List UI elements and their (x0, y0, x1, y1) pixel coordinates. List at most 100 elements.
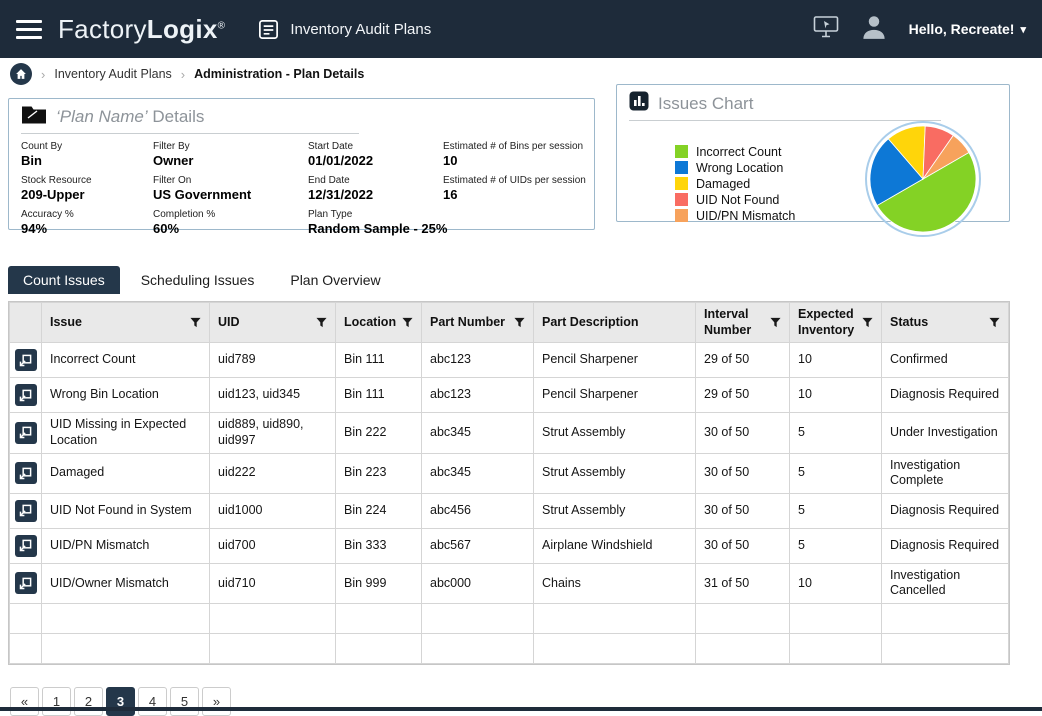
plan-details-title-row: ‘Plan Name’ Details (21, 105, 359, 134)
field-label: Start Date (308, 141, 443, 152)
field-value: 10 (443, 153, 586, 168)
issues-pie-chart (863, 119, 983, 239)
filter-icon[interactable] (316, 317, 327, 328)
field-value: 16 (443, 187, 586, 202)
filter-icon[interactable] (862, 317, 873, 328)
empty-cell (422, 634, 534, 664)
plan-field-completion: Completion %60% (153, 209, 308, 236)
plan-field-plan-type: Plan TypeRandom Sample - 25% (308, 209, 443, 236)
column-header-part-description: Part Description (534, 303, 696, 343)
remote-desktop-icon[interactable] (813, 15, 839, 43)
open-record-icon[interactable] (15, 422, 37, 444)
cell-expected-inventory: 5 (790, 413, 882, 453)
cell-uid: uid789 (210, 343, 336, 378)
field-label: Accuracy % (21, 209, 153, 220)
empty-cell (534, 604, 696, 634)
column-header-part-number: Part Number (422, 303, 534, 343)
cell-status: Diagnosis Required (882, 378, 1009, 413)
filter-icon[interactable] (770, 317, 781, 328)
column-header-expected-inventory: Expected Inventory (790, 303, 882, 343)
page-button-3[interactable]: 3 (106, 687, 135, 716)
cell-uid: uid700 (210, 528, 336, 563)
legend-item-incorrect-count: Incorrect Count (675, 145, 795, 159)
field-value: 12/31/2022 (308, 187, 443, 202)
pie-chart-wrap (863, 119, 983, 244)
page-button-1[interactable]: 1 (42, 687, 71, 716)
breadcrumb-item-administration-plan-details[interactable]: Administration - Plan Details (194, 67, 364, 81)
field-value: US Government (153, 187, 308, 202)
plan-field-filter-by: Filter ByOwner (153, 141, 308, 168)
cell-location: Bin 111 (336, 343, 422, 378)
cell-status: Investigation Cancelled (882, 563, 1009, 603)
page-button-5[interactable]: 5 (170, 687, 199, 716)
open-record-icon[interactable] (15, 535, 37, 557)
home-icon[interactable] (10, 63, 32, 85)
column-header-inner: Issue (50, 315, 201, 331)
page-button-4[interactable]: 4 (138, 687, 167, 716)
greeting-label: Hello, Recreate! (909, 21, 1015, 37)
field-label: Completion % (153, 209, 308, 220)
cell-expected-inventory: 10 (790, 378, 882, 413)
first-page-button[interactable]: « (10, 687, 39, 716)
legend-label: UID Not Found (696, 193, 779, 207)
cell-part-number: abc123 (422, 343, 534, 378)
field-value: 94% (21, 221, 153, 236)
menu-icon[interactable] (16, 20, 42, 39)
app-title-label: Inventory Audit Plans (290, 21, 431, 38)
empty-cell (534, 634, 696, 664)
empty-cell (210, 634, 336, 664)
column-label: Location (344, 315, 396, 331)
cell-issue: Damaged (42, 453, 210, 493)
filter-icon[interactable] (190, 317, 201, 328)
empty-cell (10, 634, 42, 664)
cell-expected-inventory: 5 (790, 528, 882, 563)
tab-scheduling-issues[interactable]: Scheduling Issues (126, 266, 270, 294)
page-button-2[interactable]: 2 (74, 687, 103, 716)
tab-count-issues[interactable]: Count Issues (8, 266, 120, 294)
plan-field-count-by: Count ByBin (21, 141, 153, 168)
last-page-button[interactable]: » (202, 687, 231, 716)
filter-icon[interactable] (989, 317, 1000, 328)
column-header-inner: Location (344, 315, 413, 331)
cell-status: Diagnosis Required (882, 528, 1009, 563)
open-record-icon[interactable] (15, 349, 37, 371)
column-header-inner: Expected Inventory (798, 307, 873, 338)
pagination: «12345» (10, 687, 1042, 716)
legend-swatch (675, 209, 688, 222)
field-value: Random Sample - 25% (308, 221, 443, 236)
plan-field-stock-resource: Stock Resource209-Upper (21, 175, 153, 202)
open-record-icon[interactable] (15, 500, 37, 522)
cell-uid: uid1000 (210, 493, 336, 528)
cell-location: Bin 999 (336, 563, 422, 603)
row-open-cell (10, 343, 42, 378)
empty-cell (696, 634, 790, 664)
filter-icon[interactable] (402, 317, 413, 328)
open-record-icon[interactable] (15, 384, 37, 406)
table-row: UID/PN Mismatchuid700Bin 333abc567Airpla… (10, 528, 1009, 563)
user-menu[interactable]: Hello, Recreate! ▾ (909, 21, 1026, 37)
field-label: Filter On (153, 175, 308, 186)
open-record-icon[interactable] (15, 572, 37, 594)
tab-plan-overview[interactable]: Plan Overview (275, 266, 395, 294)
cell-part-number: abc456 (422, 493, 534, 528)
breadcrumb-item-inventory-audit-plans[interactable]: Inventory Audit Plans (54, 67, 171, 81)
table-row: UID Not Found in Systemuid1000Bin 224abc… (10, 493, 1009, 528)
field-label: Count By (21, 141, 153, 152)
legend-swatch (675, 161, 688, 174)
breadcrumb-items: ›Inventory Audit Plans›Administration - … (41, 67, 364, 82)
open-record-icon[interactable] (15, 462, 37, 484)
row-open-cell (10, 378, 42, 413)
cell-uid: uid710 (210, 563, 336, 603)
filter-icon[interactable] (514, 317, 525, 328)
cell-issue: Wrong Bin Location (42, 378, 210, 413)
user-avatar-icon[interactable] (859, 12, 889, 47)
cell-status: Diagnosis Required (882, 493, 1009, 528)
plan-field-estimated-of-uids-per-session: Estimated # of UIDs per session16 (443, 175, 586, 202)
cell-part-description: Chains (534, 563, 696, 603)
legend-swatch (675, 177, 688, 190)
cell-location: Bin 222 (336, 413, 422, 453)
cell-interval-number: 30 of 50 (696, 493, 790, 528)
empty-cell (790, 604, 882, 634)
pie-slices (870, 126, 976, 232)
issues-chart-title: Issues Chart (658, 94, 753, 114)
